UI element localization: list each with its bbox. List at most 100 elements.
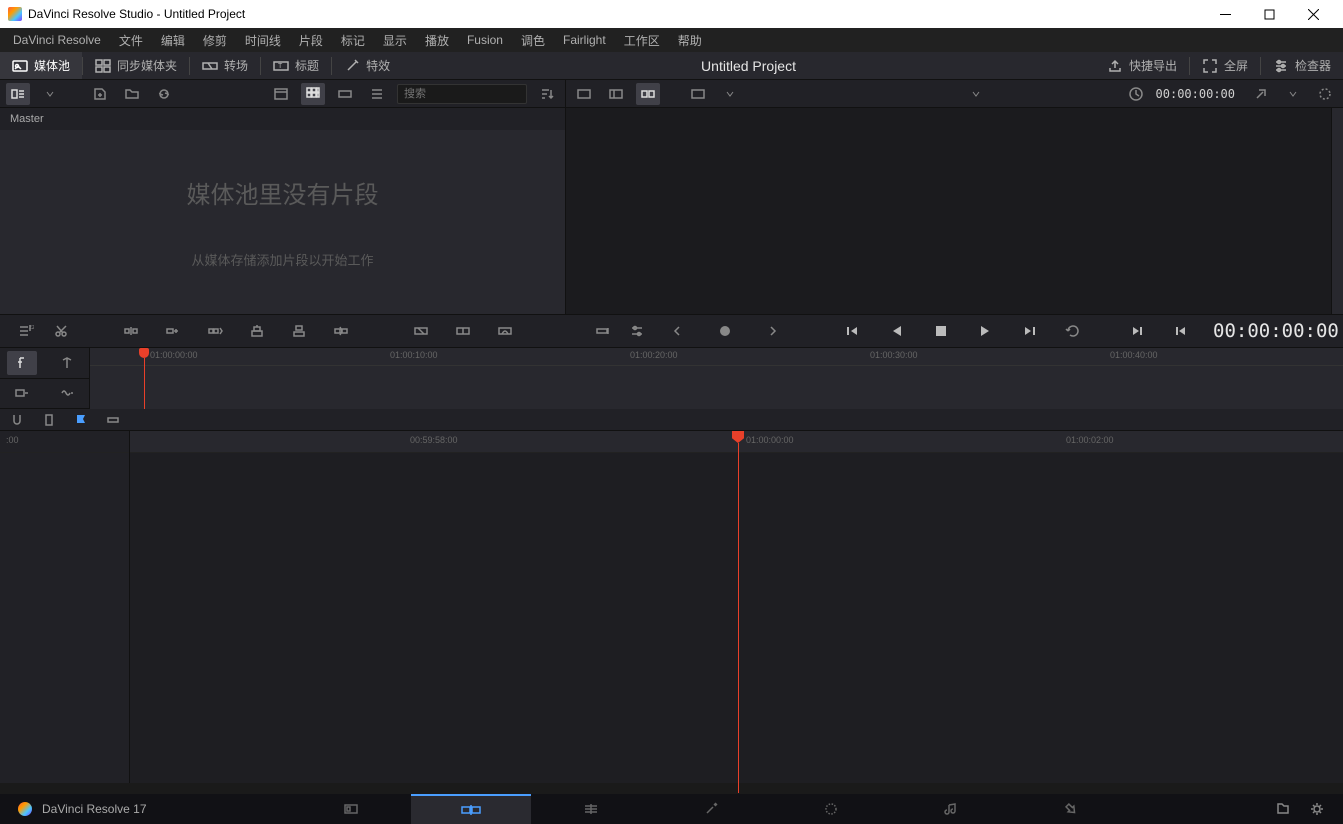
metadata-view-button[interactable]	[269, 83, 293, 105]
strip-view-button[interactable]	[333, 83, 357, 105]
timecode-source-button[interactable]	[1124, 83, 1148, 105]
loop-button[interactable]	[1061, 319, 1085, 343]
fusion-page-button[interactable]	[651, 794, 771, 824]
deliver-page-button[interactable]	[1011, 794, 1131, 824]
menu-view[interactable]: 显示	[374, 28, 416, 52]
close-up-button[interactable]	[245, 319, 269, 343]
stop-button[interactable]	[929, 319, 953, 343]
split-clip-button[interactable]	[50, 319, 74, 343]
smooth-cut-button[interactable]	[493, 319, 517, 343]
menu-color[interactable]: 调色	[512, 28, 554, 52]
quick-export-button[interactable]: 快捷导出	[1095, 52, 1189, 79]
transport-timecode[interactable]: 00:00:00:00	[1213, 320, 1343, 342]
cut-page-button[interactable]	[411, 794, 531, 824]
free-playhead-button[interactable]	[52, 351, 82, 375]
locked-playhead-button[interactable]	[7, 351, 37, 375]
fast-review-prev-button[interactable]	[669, 319, 693, 343]
viewer-options-dropdown[interactable]	[718, 83, 742, 105]
smart-insert-button[interactable]	[119, 319, 143, 343]
fullscreen-button[interactable]: 全屏	[1190, 52, 1260, 79]
audio-track-button[interactable]	[52, 381, 82, 405]
titles-panel-button[interactable]: T 标题	[261, 52, 331, 79]
transitions-panel-button[interactable]: 转场	[190, 52, 260, 79]
ripple-overwrite-button[interactable]	[203, 319, 227, 343]
menu-playback[interactable]: 播放	[416, 28, 458, 52]
effects-icon	[344, 58, 360, 74]
timeline-resolution-dropdown[interactable]	[964, 83, 988, 105]
play-reverse-button[interactable]	[885, 319, 909, 343]
viewer-timeline-button[interactable]	[636, 83, 660, 105]
sort-button[interactable]	[535, 83, 559, 105]
inspector-button[interactable]: 检查器	[1261, 52, 1343, 79]
project-settings-button[interactable]	[1309, 801, 1325, 817]
video-track-button[interactable]	[7, 381, 37, 405]
edit-page-button[interactable]	[531, 794, 651, 824]
menu-file[interactable]: 文件	[110, 28, 152, 52]
media-page-button[interactable]	[291, 794, 411, 824]
bypass-grades-button[interactable]	[1249, 83, 1273, 105]
effects-panel-button[interactable]: 特效	[332, 52, 402, 79]
jump-next-edit-button[interactable]	[1125, 319, 1149, 343]
flag-button[interactable]	[72, 411, 90, 429]
snap-button[interactable]	[8, 411, 26, 429]
window-close-button[interactable]	[1291, 0, 1335, 28]
menu-mark[interactable]: 标记	[332, 28, 374, 52]
source-overwrite-button[interactable]	[329, 319, 353, 343]
thumbnail-view-button[interactable]	[301, 83, 325, 105]
main-playhead[interactable]	[738, 431, 744, 793]
jump-prev-edit-button[interactable]	[1169, 319, 1193, 343]
play-button[interactable]	[973, 319, 997, 343]
jump-last-button[interactable]	[1017, 319, 1041, 343]
mini-timeline-ruler[interactable]: 01:00:00:00 01:00:10:00 01:00:20:00 01:0…	[90, 348, 1343, 366]
search-input[interactable]	[397, 84, 527, 104]
marker-button[interactable]	[40, 411, 58, 429]
menu-clip[interactable]: 片段	[290, 28, 332, 52]
bypass-dropdown[interactable]	[1281, 83, 1305, 105]
import-media-button[interactable]	[88, 83, 112, 105]
window-maximize-button[interactable]	[1247, 0, 1291, 28]
mini-timeline[interactable]: 01:00:00:00 01:00:10:00 01:00:20:00 01:0…	[90, 348, 1343, 409]
tools-button[interactable]	[591, 319, 615, 343]
viewer-options-button[interactable]	[686, 83, 710, 105]
project-manager-button[interactable]	[1275, 801, 1291, 817]
menu-timeline[interactable]: 时间线	[236, 28, 290, 52]
dissolve-button[interactable]	[409, 319, 433, 343]
fairlight-page-button[interactable]	[891, 794, 1011, 824]
viewer-panel[interactable]	[566, 108, 1331, 314]
jump-first-button[interactable]	[841, 319, 865, 343]
media-pool-panel-button[interactable]: 媒体池	[0, 52, 82, 79]
menu-fairlight[interactable]: Fairlight	[554, 28, 615, 52]
ruler-tick: 01:00:30:00	[870, 350, 918, 360]
snap-option-row	[0, 409, 1343, 431]
bin-list-button[interactable]	[6, 83, 30, 105]
menu-davinci[interactable]: DaVinci Resolve	[4, 28, 110, 52]
import-folder-button[interactable]	[120, 83, 144, 105]
menu-fusion[interactable]: Fusion	[458, 28, 512, 52]
sliders-button[interactable]	[625, 319, 649, 343]
color-page-button[interactable]	[771, 794, 891, 824]
append-button[interactable]	[161, 319, 185, 343]
boring-detector-button[interactable]: zz	[14, 319, 38, 343]
media-pool-breadcrumb[interactable]: Master	[0, 108, 565, 130]
cut-button[interactable]	[451, 319, 475, 343]
viewer-sourcetape-button[interactable]	[572, 83, 596, 105]
home-button[interactable]: DaVinci Resolve 17	[0, 802, 165, 816]
menu-help[interactable]: 帮助	[669, 28, 711, 52]
viewer-source-button[interactable]	[604, 83, 628, 105]
timeline-tracks-area[interactable]: 00:59:58:00 01:00:00:00 01:00:02:00	[130, 431, 1343, 783]
menu-workspace[interactable]: 工作区	[615, 28, 669, 52]
menu-trim[interactable]: 修剪	[194, 28, 236, 52]
mini-playhead[interactable]	[144, 348, 149, 409]
audio-sync-button[interactable]	[104, 411, 122, 429]
fast-review-record-button[interactable]	[713, 319, 737, 343]
sync-bin-panel-button[interactable]: 同步媒体夹	[83, 52, 189, 79]
menu-edit[interactable]: 编辑	[152, 28, 194, 52]
window-minimize-button[interactable]	[1203, 0, 1247, 28]
color-science-button[interactable]	[1313, 83, 1337, 105]
bin-dropdown-button[interactable]	[38, 83, 62, 105]
fast-review-next-button[interactable]	[757, 319, 781, 343]
place-on-top-button[interactable]	[287, 319, 311, 343]
sync-clips-button[interactable]	[152, 83, 176, 105]
list-view-button[interactable]	[365, 83, 389, 105]
viewer-timecode[interactable]: 00:00:00:00	[1156, 87, 1235, 101]
